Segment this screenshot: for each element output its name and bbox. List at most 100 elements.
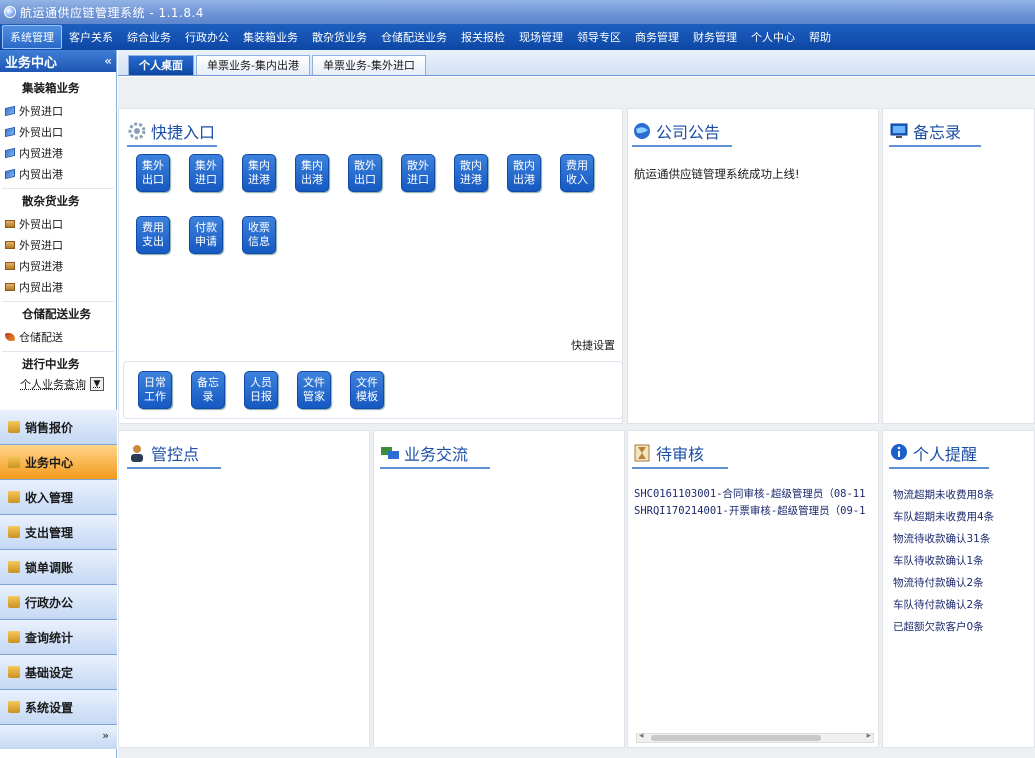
- sidebar-module[interactable]: 基础设定: [0, 655, 117, 690]
- progress-select[interactable]: 个人业务查询 ▼: [0, 376, 116, 392]
- quick-entry-button[interactable]: 散外出口: [348, 154, 382, 192]
- container-icon: [5, 126, 15, 137]
- app-window: 航运通供应链管理系统 - 1.1.8.4 系统管理 客户关系 综合业务 行政办公 集装箱…: [0, 0, 1035, 758]
- sidebar-tree-item[interactable]: 内贸出港: [0, 163, 116, 184]
- exchange-label: 业务交流: [404, 445, 469, 464]
- reminder-panel: 个人提醒 物流超期未收费用8条 车队超期未收费用4条 物流待收款确认31条 车队待收款…: [882, 430, 1035, 748]
- scroll-right-icon[interactable]: ▸: [866, 731, 871, 741]
- menu-item[interactable]: 系统管理: [2, 25, 62, 49]
- sidebar-tree-item[interactable]: 外贸进口: [0, 100, 116, 121]
- reminder-item[interactable]: 物流待付款确认2条: [893, 572, 994, 594]
- quick-entry-button[interactable]: 散外进口: [401, 154, 435, 192]
- quick-settings-link[interactable]: 快捷设置: [571, 337, 615, 353]
- sidebar-module[interactable]: 查询统计: [0, 620, 117, 655]
- sidebar-module[interactable]: 收入管理: [0, 480, 117, 515]
- reminder-item[interactable]: 物流待收款确认31条: [893, 528, 994, 550]
- quick-entry-button[interactable]: 付款申请: [189, 216, 223, 254]
- sidebar-tree-item[interactable]: 内贸进港: [0, 255, 116, 276]
- memo-panel: 备忘录: [882, 108, 1035, 424]
- tab[interactable]: 个人桌面: [128, 55, 194, 75]
- menu-item[interactable]: 报关报检: [454, 26, 512, 48]
- audit-label: 待审核: [656, 445, 705, 464]
- reminder-item[interactable]: 车队待收款确认1条: [893, 550, 994, 572]
- reminder-item[interactable]: 车队待付款确认2条: [893, 594, 994, 616]
- quick-tool-button[interactable]: 文件模板: [350, 371, 384, 409]
- quick-entry-button[interactable]: 集外出口: [136, 154, 170, 192]
- module-icon: [8, 561, 20, 573]
- menu-item[interactable]: 商务管理: [628, 26, 686, 48]
- sidebar-tree-item[interactable]: 外贸进口: [0, 234, 116, 255]
- expand-icon[interactable]: »: [0, 725, 117, 749]
- audit-item[interactable]: SHRQI170214001-开票审核-超级管理员（09-1: [634, 503, 874, 520]
- tab[interactable]: 单票业务-集内出港: [196, 55, 310, 75]
- menu-item[interactable]: 现场管理: [512, 26, 570, 48]
- reminder-item[interactable]: 已超额欠款客户0条: [893, 616, 994, 638]
- audit-horizontal-scrollbar[interactable]: ◂ ▸: [636, 731, 874, 743]
- quick-entry-button[interactable]: 集内进港: [242, 154, 276, 192]
- quick-entry-button[interactable]: 集外进口: [189, 154, 223, 192]
- bulk-cargo-icon: [5, 282, 15, 291]
- reminder-item[interactable]: 物流超期未收费用8条: [893, 484, 994, 506]
- sidebar: 业务中心 « 集装箱业务 外贸进口 外贸出口 内贸进港 内贸出港 散杂货业务 外贸出口 外贸进…: [0, 50, 117, 758]
- quick-tool-button[interactable]: 日常工作: [138, 371, 172, 409]
- reminder-item[interactable]: 车队超期未收费用4条: [893, 506, 994, 528]
- menu-item[interactable]: 综合业务: [120, 26, 178, 48]
- sidebar-tree-item[interactable]: 内贸出港: [0, 276, 116, 297]
- scroll-thumb[interactable]: [651, 735, 821, 741]
- menu-item[interactable]: 集装箱业务: [236, 26, 305, 48]
- sidebar-module[interactable]: 锁单调账: [0, 550, 117, 585]
- menu-item[interactable]: 客户关系: [62, 26, 120, 48]
- scroll-left-icon[interactable]: ◂: [639, 731, 644, 741]
- menu-item[interactable]: 个人中心: [744, 26, 802, 48]
- sidebar-tree-item[interactable]: 内贸进港: [0, 142, 116, 163]
- menu-item[interactable]: 财务管理: [686, 26, 744, 48]
- quick-tool-button[interactable]: 文件管家: [297, 371, 331, 409]
- sidebar-tree-item[interactable]: 外贸出口: [0, 213, 116, 234]
- menu-item[interactable]: 领导专区: [570, 26, 628, 48]
- module-icon: [8, 491, 20, 503]
- module-icon: [8, 596, 20, 608]
- sidebar-tree-label: 外贸进口: [19, 104, 63, 118]
- quick-entry-button[interactable]: 收票信息: [242, 216, 276, 254]
- menu-item[interactable]: 散杂货业务: [305, 26, 374, 48]
- sidebar-module[interactable]: 系统设置: [0, 690, 117, 725]
- sidebar-tree-label: 内贸进港: [19, 146, 63, 160]
- gear-icon: [128, 122, 146, 140]
- quick-entry-button[interactable]: 集内出港: [295, 154, 329, 192]
- dropdown-arrow-icon[interactable]: ▼: [90, 377, 104, 391]
- sidebar-tree-label: 外贸出口: [19, 125, 63, 139]
- control-panel: 管控点: [118, 430, 370, 748]
- quick-entry-button[interactable]: 散内出港: [507, 154, 541, 192]
- sidebar-tree-item[interactable]: 仓储配送: [0, 326, 116, 347]
- collapse-icon[interactable]: «: [104, 54, 112, 68]
- sidebar-module[interactable]: 行政办公: [0, 585, 117, 620]
- sidebar-module-label: 基础设定: [25, 665, 74, 680]
- sidebar-tree-item[interactable]: 外贸出口: [0, 121, 116, 142]
- container-icon: [5, 168, 15, 179]
- tab-bar: 个人桌面 单票业务-集内出港 单票业务-集外进口: [118, 50, 1035, 76]
- sidebar-module[interactable]: 销售报价: [0, 410, 117, 445]
- container-icon: [5, 147, 15, 158]
- exchange-panel: 业务交流: [373, 430, 625, 748]
- menu-item[interactable]: 仓储配送业务: [374, 26, 454, 48]
- sidebar-module[interactable]: 业务中心: [0, 445, 117, 480]
- sidebar-group-title: 仓储配送业务: [22, 307, 91, 321]
- menu-item[interactable]: 行政办公: [178, 26, 236, 48]
- tab[interactable]: 单票业务-集外进口: [311, 55, 426, 75]
- sidebar-tree-label: 仓储配送: [19, 330, 63, 344]
- audit-title: 待审核: [632, 441, 728, 469]
- group-divider: [2, 301, 114, 302]
- quick-entry-button[interactable]: 散内进港: [454, 154, 488, 192]
- title-bar: 航运通供应链管理系统 - 1.1.8.4: [0, 0, 1035, 24]
- quick-tool-button[interactable]: 备忘录: [191, 371, 225, 409]
- quick-entry-label: 快捷入口: [151, 123, 216, 142]
- quick-entry-button[interactable]: 费用支出: [136, 216, 170, 254]
- notice-item[interactable]: 航运通供应链管理系统成功上线!: [634, 166, 800, 182]
- menu-item[interactable]: 帮助: [802, 26, 838, 48]
- quick-entry-button[interactable]: 费用收入: [560, 154, 594, 192]
- desktop-content: 快捷入口 集外出口 集外进口 集内进港 集内出港 散外出口 散外进口 散内进港 散内出港 费用收…: [118, 77, 1035, 758]
- sidebar-module[interactable]: 支出管理: [0, 515, 117, 550]
- audit-item[interactable]: SHC0161103001-合同审核-超级管理员（08-11: [634, 486, 874, 503]
- quick-tool-button[interactable]: 人员日报: [244, 371, 278, 409]
- bulk-cargo-icon: [5, 219, 15, 228]
